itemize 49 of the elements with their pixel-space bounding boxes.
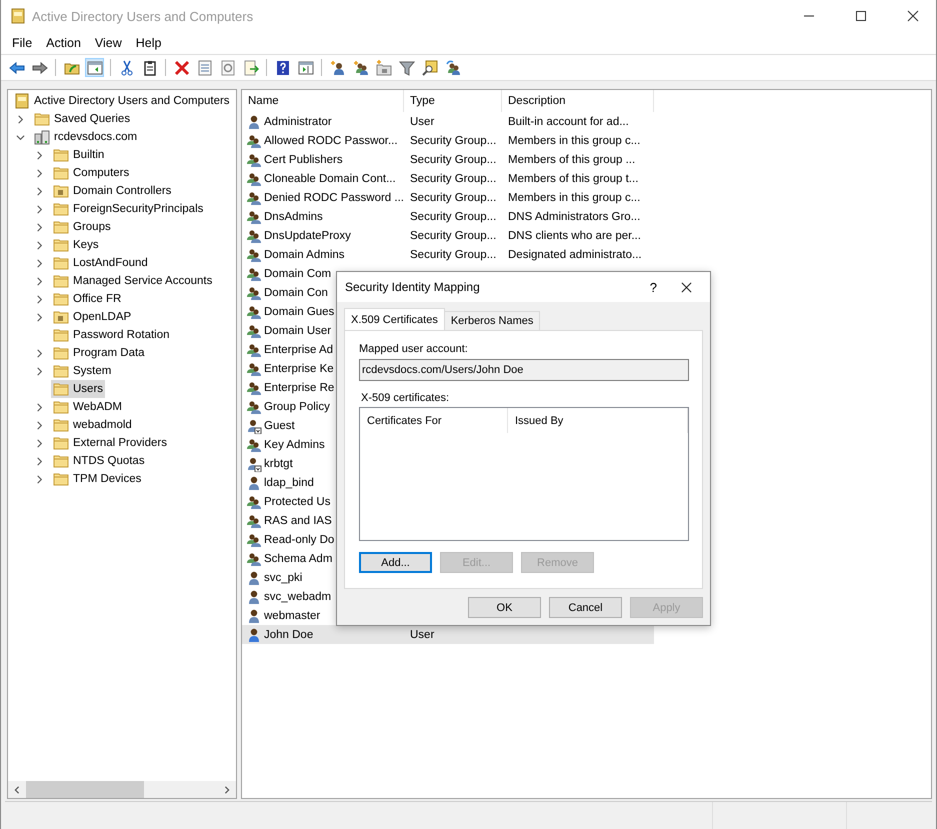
list-label: X-509 certificates: [360, 392, 450, 404]
list-cell-text: Designated administrato... [507, 248, 643, 260]
list-cell-text: Security Group... [409, 154, 498, 166]
list-cell: Domain Con [264, 286, 328, 298]
list-cell-text: Members of this group t... [507, 172, 640, 184]
field-label: Mapped user account: [359, 343, 469, 355]
list-cell: Key Admins [264, 438, 325, 450]
list-cell: svc_pki [264, 572, 302, 584]
list-cell: webmaster [264, 610, 320, 622]
list-cell-text: Built-in account for ad... [507, 116, 630, 128]
list-cell-text: Security Group... [409, 230, 498, 242]
list-cell-text: Members of this group ... [507, 154, 636, 166]
list-cell-text: DNS Administrators Gro... [507, 210, 642, 222]
list-cell: ldap_bind [264, 476, 314, 488]
list-cell: Denied RODC Password ... [264, 192, 404, 204]
list-cell: Enterprise Ke [264, 362, 334, 374]
list-cell-text: DNS clients who are per... [507, 230, 642, 242]
list-cell-text: Security Group... [409, 134, 498, 146]
list-cell: Read-only Do [264, 534, 334, 546]
list-cell: Protected Us [264, 496, 330, 508]
list-cell: Administrator [264, 116, 332, 128]
list-cell-text: Members in this group c... [507, 134, 642, 146]
list-cell: Schema Adm [264, 552, 332, 564]
list-cell-text: User [409, 116, 436, 128]
list-cell: RAS and IAS [264, 514, 332, 526]
list-cell: Enterprise Re [264, 382, 334, 394]
list-cell: John Doe [264, 628, 314, 640]
list-cell: Guest [264, 420, 295, 432]
list-cell: Group Policy [264, 400, 330, 412]
list-cell: Allowed RODC Passwor... [264, 134, 398, 146]
list-cell-text: Security Group... [409, 248, 498, 260]
list-cell: DnsAdmins [264, 210, 323, 222]
window-title: Active Directory Users and Computers [32, 8, 254, 24]
list-cell: Cloneable Domain Cont... [264, 172, 396, 184]
list-cell: DnsUpdateProxy [264, 230, 351, 242]
list-cell: Domain Com [264, 268, 332, 280]
dialog-title: Security Identity Mapping [345, 280, 480, 294]
list-cell: Domain Gues [264, 306, 334, 318]
list-cell-text: Security Group... [409, 210, 498, 222]
list-cell: krbtgt [264, 458, 293, 470]
list-cell-text: Security Group... [409, 172, 498, 184]
list-cell-text: Security Group... [409, 192, 498, 204]
list-cell: Enterprise Ad [264, 344, 334, 356]
list-cell: svc_webadm [264, 590, 332, 602]
list-cell: Domain User [264, 324, 332, 336]
list-cell: Domain Admins [264, 248, 345, 260]
list-cell-text: Members in this group c... [507, 192, 642, 204]
list-cell: Cert Publishers [264, 154, 343, 166]
list-cell-text: User [409, 628, 436, 640]
